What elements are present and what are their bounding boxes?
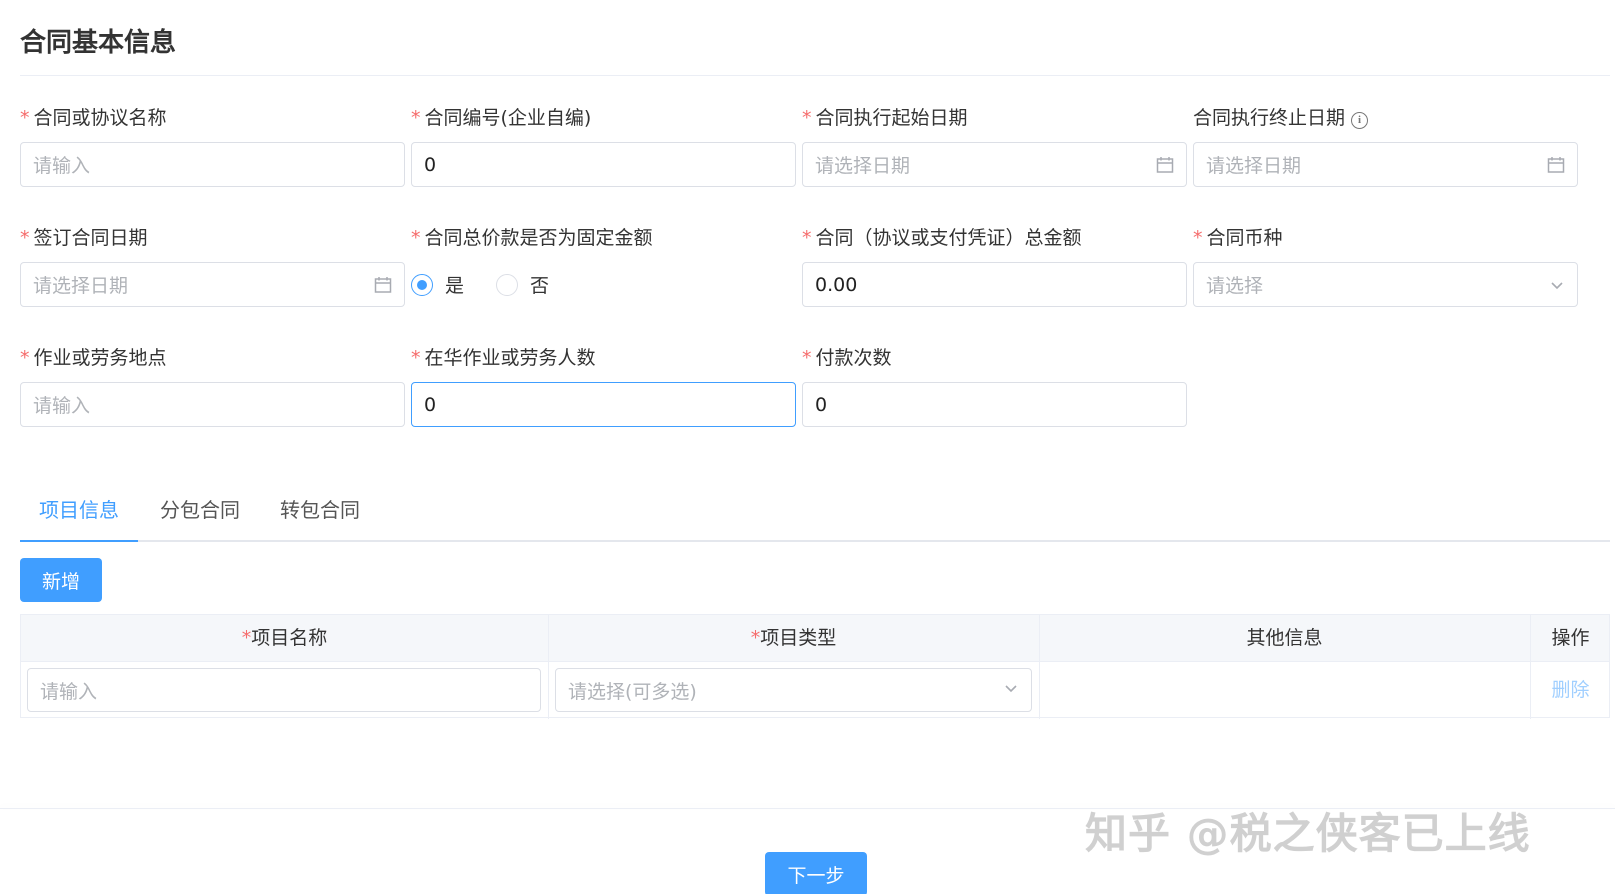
table-header: *项目名称 *项目类型 其他信息 操作 [21, 615, 1609, 662]
contract-name-label: * 合同或协议名称 [20, 107, 167, 129]
fixed-price-field: * 合同总价款是否为固定金额 是 否 [411, 225, 796, 297]
next-step-button[interactable]: 下一步 [765, 852, 867, 894]
required-mark: * [802, 107, 812, 129]
total-amount-field: * 合同（协议或支付凭证）总金额 0.00 [802, 225, 1187, 307]
payment-times-label: * 付款次数 [802, 347, 892, 369]
payment-times-input[interactable]: 0 [802, 382, 1187, 427]
calendar-icon [374, 276, 392, 294]
chevron-down-icon [1549, 277, 1565, 293]
column-divider [548, 615, 549, 719]
workers-count-field: * 在华作业或劳务人数 0 [411, 345, 796, 427]
title-divider [20, 75, 1610, 76]
project-name-input[interactable]: 请输入 [27, 668, 541, 712]
radio-unchecked-icon [496, 273, 519, 296]
column-divider [1039, 615, 1040, 719]
contract-name-input[interactable]: 请输入 [20, 142, 405, 187]
calendar-icon [1156, 156, 1174, 174]
info-icon[interactable]: i [1351, 112, 1369, 129]
payment-times-field: * 付款次数 0 [802, 345, 1187, 427]
work-location-field: * 作业或劳务地点 请输入 [20, 345, 405, 427]
column-header-project-type: *项目类型 [750, 627, 837, 649]
work-location-label: * 作业或劳务地点 [20, 347, 167, 369]
chevron-down-icon [1003, 679, 1019, 701]
sign-date-field: * 签订合同日期 请选择日期 [20, 225, 405, 307]
active-tab-indicator [20, 540, 138, 542]
contract-name-field: * 合同或协议名称 请输入 [20, 105, 405, 187]
radio-no[interactable]: 否 [496, 271, 549, 298]
delete-link[interactable]: 删除 [1530, 668, 1611, 712]
required-mark: * [802, 347, 812, 369]
start-date-picker[interactable]: 请选择日期 [802, 142, 1187, 187]
required-mark: * [20, 227, 30, 249]
currency-field: * 合同币种 请选择 [1193, 225, 1578, 307]
calendar-icon [1547, 156, 1565, 174]
tabs: 项目信息 分包合同 转包合同 [20, 485, 1610, 542]
required-mark: * [1193, 227, 1203, 249]
workers-count-label: * 在华作业或劳务人数 [411, 347, 596, 369]
contract-no-label: * 合同编号(企业自编) [411, 107, 592, 129]
sign-date-label: * 签订合同日期 [20, 227, 148, 249]
start-date-label: * 合同执行起始日期 [802, 107, 968, 129]
fixed-price-label: * 合同总价款是否为固定金额 [411, 227, 653, 249]
work-location-input[interactable]: 请输入 [20, 382, 405, 427]
required-mark: * [411, 227, 421, 249]
required-mark: * [411, 347, 421, 369]
end-date-picker[interactable]: 请选择日期 [1193, 142, 1578, 187]
column-header-project-name: *项目名称 [241, 627, 328, 649]
required-mark: * [20, 107, 30, 129]
end-date-field: 合同执行终止日期 i 请选择日期 [1193, 105, 1578, 187]
required-mark: * [802, 227, 812, 249]
page-title: 合同基本信息 [20, 28, 177, 58]
start-date-field: * 合同执行起始日期 请选择日期 [802, 105, 1187, 187]
radio-checked-icon [411, 273, 433, 296]
total-amount-label: * 合同（协议或支付凭证）总金额 [802, 227, 1082, 249]
contract-no-field: * 合同编号(企业自编) 0 [411, 105, 796, 187]
fixed-price-radio-group: 是 否 [411, 262, 581, 307]
sign-date-picker[interactable]: 请选择日期 [20, 262, 405, 307]
required-mark: * [20, 347, 30, 369]
watermark: 知乎 @税之侠客已上线 [1085, 809, 1531, 858]
add-button[interactable]: 新增 [20, 558, 102, 602]
tab-transfer-contract[interactable]: 转包合同 [270, 485, 370, 540]
radio-yes[interactable]: 是 [411, 271, 464, 298]
tab-subcontract[interactable]: 分包合同 [150, 485, 250, 540]
currency-select[interactable]: 请选择 [1193, 262, 1578, 307]
required-mark: * [411, 107, 421, 129]
end-date-label: 合同执行终止日期 i [1193, 105, 1578, 131]
project-table: *项目名称 *项目类型 其他信息 操作 请输入 请选择(可多选) 删除 [20, 614, 1611, 719]
currency-label: * 合同币种 [1193, 227, 1283, 249]
workers-count-input[interactable]: 0 [411, 382, 796, 427]
contract-no-input[interactable]: 0 [411, 142, 796, 187]
total-amount-input[interactable]: 0.00 [802, 262, 1187, 307]
project-type-select[interactable]: 请选择(可多选) [555, 668, 1032, 712]
tab-project-info[interactable]: 项目信息 [20, 485, 138, 540]
column-header-actions: 操作 [1551, 627, 1590, 649]
column-header-other-info: 其他信息 [1246, 627, 1323, 649]
